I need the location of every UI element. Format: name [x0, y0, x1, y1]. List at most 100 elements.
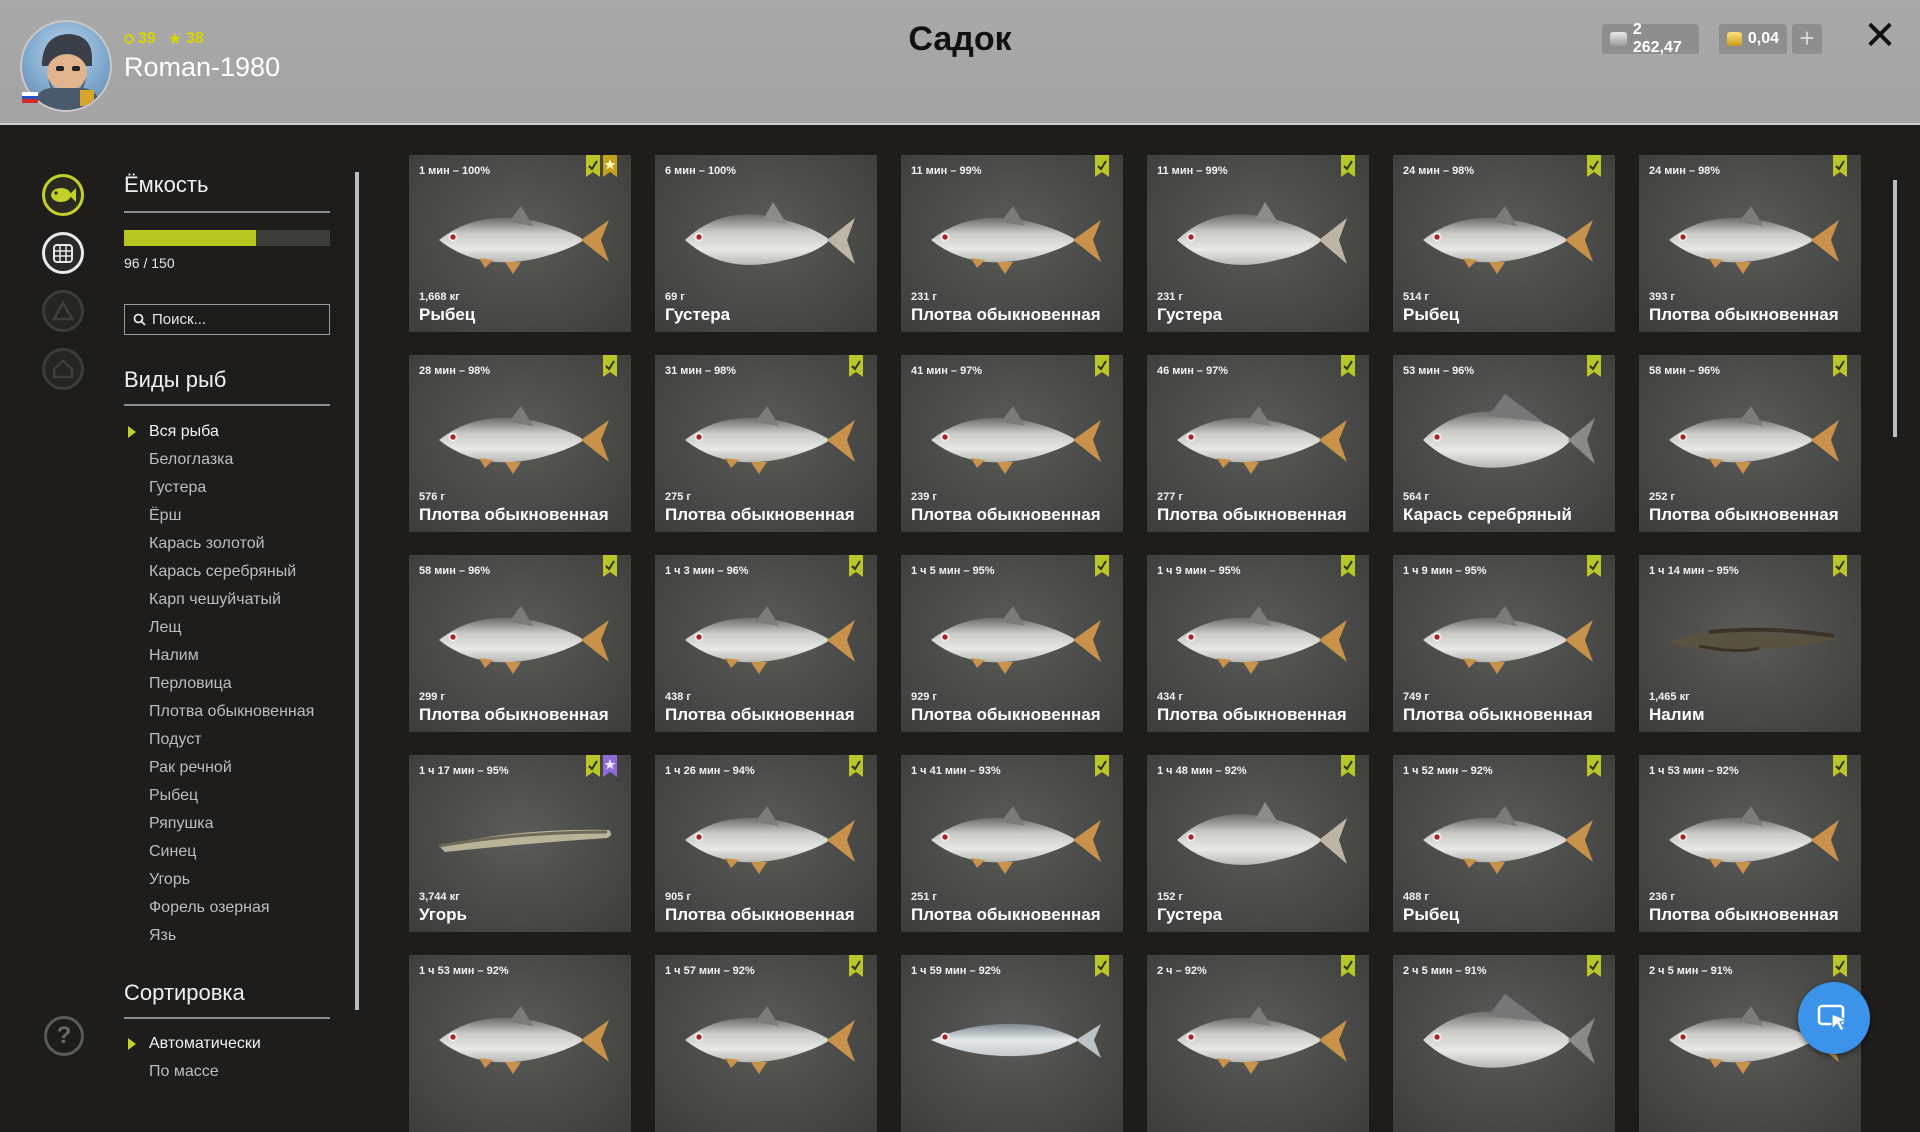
species-filter-item[interactable]: Ёрш	[124, 504, 314, 532]
bookmark-check-icon[interactable]	[1833, 755, 1847, 782]
species-filter-item[interactable]: Язь	[124, 924, 314, 952]
bookmark-star-icon[interactable]	[603, 155, 617, 182]
species-filter-item[interactable]: Плотва обыкновенная	[124, 700, 314, 728]
sort-option[interactable]: По массе	[124, 1060, 261, 1088]
capacity-text: 96 / 150	[124, 255, 175, 271]
silver-value: 2 262,47	[1632, 21, 1682, 56]
bookmark-check-icon[interactable]	[1587, 755, 1601, 782]
fish-card[interactable]: 58 мин – 96% 299 г Плотва обыкновенная	[409, 555, 631, 732]
species-filter-item[interactable]: Перловица	[124, 672, 314, 700]
bookmark-check-icon[interactable]	[1587, 155, 1601, 182]
fish-card[interactable]: 1 ч 14 мин – 95% 1,465 кг Налим	[1639, 555, 1861, 732]
bookmark-check-icon[interactable]	[1587, 555, 1601, 582]
fish-card[interactable]: 1 ч 9 мин – 95% 434 г Плотва обыкновенная	[1147, 555, 1369, 732]
species-filter-item[interactable]: Рыбец	[124, 784, 314, 812]
fish-card[interactable]: 1 ч 52 мин – 92% 488 г Рыбец	[1393, 755, 1615, 932]
bookmark-check-icon[interactable]	[1587, 955, 1601, 982]
fish-card[interactable]: 2 ч 5 мин – 91%	[1393, 955, 1615, 1132]
bookmark-check-icon[interactable]	[1341, 955, 1355, 982]
fish-keepnet-tab[interactable]	[42, 174, 84, 216]
species-filter-item[interactable]: Рак речной	[124, 756, 314, 784]
card-badges	[1341, 155, 1355, 182]
bookmark-check-icon[interactable]	[1341, 755, 1355, 782]
bookmark-check-icon[interactable]	[1095, 755, 1109, 782]
sidebar-scrollbar[interactable]	[355, 172, 359, 1010]
fish-card[interactable]: 2 ч – 92%	[1147, 955, 1369, 1132]
species-filter-item[interactable]: Ряпушка	[124, 812, 314, 840]
bookmark-check-icon[interactable]	[1833, 155, 1847, 182]
keepnet-tab[interactable]	[42, 232, 84, 274]
fish-card[interactable]: 58 мин – 96% 252 г Плотва обыкновенная	[1639, 355, 1861, 532]
fish-card[interactable]: 1 ч 17 мин – 95% 3,744 кг Угорь	[409, 755, 631, 932]
gold-value: 0,04	[1747, 30, 1779, 47]
species-filter-item[interactable]: Подуст	[124, 728, 314, 756]
bookmark-check-icon[interactable]	[603, 355, 617, 382]
bookmark-check-icon[interactable]	[1095, 555, 1109, 582]
species-filter-item[interactable]: Лещ	[124, 616, 314, 644]
species-filter-item[interactable]: Налим	[124, 644, 314, 672]
bookmark-check-icon[interactable]	[849, 755, 863, 782]
fish-card[interactable]: 1 ч 57 мин – 92%	[655, 955, 877, 1132]
card-badges	[1833, 955, 1847, 982]
fish-card[interactable]: 1 мин – 100% 1,668 кг Рыбец	[409, 155, 631, 332]
bookmark-check-icon[interactable]	[1095, 155, 1109, 182]
fish-card[interactable]: 1 ч 26 мин – 94% 905 г Плотва обыкновенная	[655, 755, 877, 932]
species-filter-item[interactable]: Вся рыба	[124, 420, 314, 448]
fish-card[interactable]: 41 мин – 97% 239 г Плотва обыкновенная	[901, 355, 1123, 532]
search-input[interactable]	[152, 311, 322, 328]
fish-image	[931, 806, 1101, 874]
bookmark-check-icon[interactable]	[603, 555, 617, 582]
species-filter-item[interactable]: Карп чешуйчатый	[124, 588, 314, 616]
bookmark-check-icon[interactable]	[1341, 355, 1355, 382]
fish-card[interactable]: 11 мин – 99% 231 г Плотва обыкновенная	[901, 155, 1123, 332]
bookmark-check-icon[interactable]	[1833, 355, 1847, 382]
home-tab[interactable]	[42, 348, 84, 390]
fish-card[interactable]: 24 мин – 98% 393 г Плотва обыкновенная	[1639, 155, 1861, 332]
fish-card[interactable]: 1 ч 48 мин – 92% 152 г Густера	[1147, 755, 1369, 932]
fish-card[interactable]: 53 мин – 96% 564 г Карась серебряный	[1393, 355, 1615, 532]
bookmark-check-icon[interactable]	[849, 955, 863, 982]
fish-card[interactable]: 1 ч 9 мин – 95% 749 г Плотва обыкновенная	[1393, 555, 1615, 732]
species-filter-item[interactable]: Угорь	[124, 868, 314, 896]
bookmark-check-icon[interactable]	[1095, 955, 1109, 982]
fish-card[interactable]: 1 ч 53 мин – 92%	[409, 955, 631, 1132]
bookmark-check-icon[interactable]	[1341, 555, 1355, 582]
fish-card[interactable]: 11 мин – 99% 231 г Густера	[1147, 155, 1369, 332]
fish-card[interactable]: 1 ч 41 мин – 93% 251 г Плотва обыкновенная	[901, 755, 1123, 932]
fish-card[interactable]: 6 мин – 100% 69 г Густера	[655, 155, 877, 332]
tackle-tab[interactable]	[42, 290, 84, 332]
bookmark-check-icon[interactable]	[1341, 155, 1355, 182]
bookmark-check-icon[interactable]	[849, 555, 863, 582]
fish-card[interactable]: 31 мин – 98% 275 г Плотва обыкновенная	[655, 355, 877, 532]
species-filter-item[interactable]: Карась серебряный	[124, 560, 314, 588]
fish-card[interactable]: 28 мин – 98% 576 г Плотва обыкновенная	[409, 355, 631, 532]
bookmark-check-icon[interactable]	[1833, 955, 1847, 982]
bookmark-check-icon[interactable]	[1587, 355, 1601, 382]
bookmark-check-icon[interactable]	[1833, 555, 1847, 582]
bookmark-check-icon[interactable]	[586, 755, 600, 782]
help-icon[interactable]: ?	[44, 1016, 84, 1056]
fish-card[interactable]: 1 ч 59 мин – 92%	[901, 955, 1123, 1132]
fish-card[interactable]: 1 ч 53 мин – 92% 236 г Плотва обыкновенная	[1639, 755, 1861, 932]
add-currency-button[interactable]: +	[1792, 24, 1822, 54]
grid-scrollbar[interactable]	[1893, 180, 1897, 437]
search-field[interactable]	[124, 304, 330, 335]
card-badges	[603, 355, 617, 382]
bookmark-check-icon[interactable]	[849, 355, 863, 382]
bookmark-check-icon[interactable]	[586, 155, 600, 182]
fish-card[interactable]: 1 ч 3 мин – 96% 438 г Плотва обыкновенная	[655, 555, 877, 732]
fish-card[interactable]: 1 ч 5 мин – 95% 929 г Плотва обыкновенная	[901, 555, 1123, 732]
sort-option[interactable]: Автоматически	[124, 1032, 261, 1060]
bookmark-star-icon[interactable]	[603, 755, 617, 782]
species-filter-item[interactable]: Синец	[124, 840, 314, 868]
cursor-mode-button[interactable]	[1798, 982, 1870, 1054]
close-icon[interactable]: ✕	[1862, 16, 1898, 56]
fish-card[interactable]: 46 мин – 97% 277 г Плотва обыкновенная	[1147, 355, 1369, 532]
species-filter-item[interactable]: Карась золотой	[124, 532, 314, 560]
species-filter-item[interactable]: Белоглазка	[124, 448, 314, 476]
fish-card[interactable]: 24 мин – 98% 514 г Рыбец	[1393, 155, 1615, 332]
species-filter-item[interactable]: Форель озерная	[124, 896, 314, 924]
species-filter-item[interactable]: Густера	[124, 476, 314, 504]
bookmark-check-icon[interactable]	[1095, 355, 1109, 382]
fish-name: Плотва обыкновенная	[911, 905, 1101, 924]
